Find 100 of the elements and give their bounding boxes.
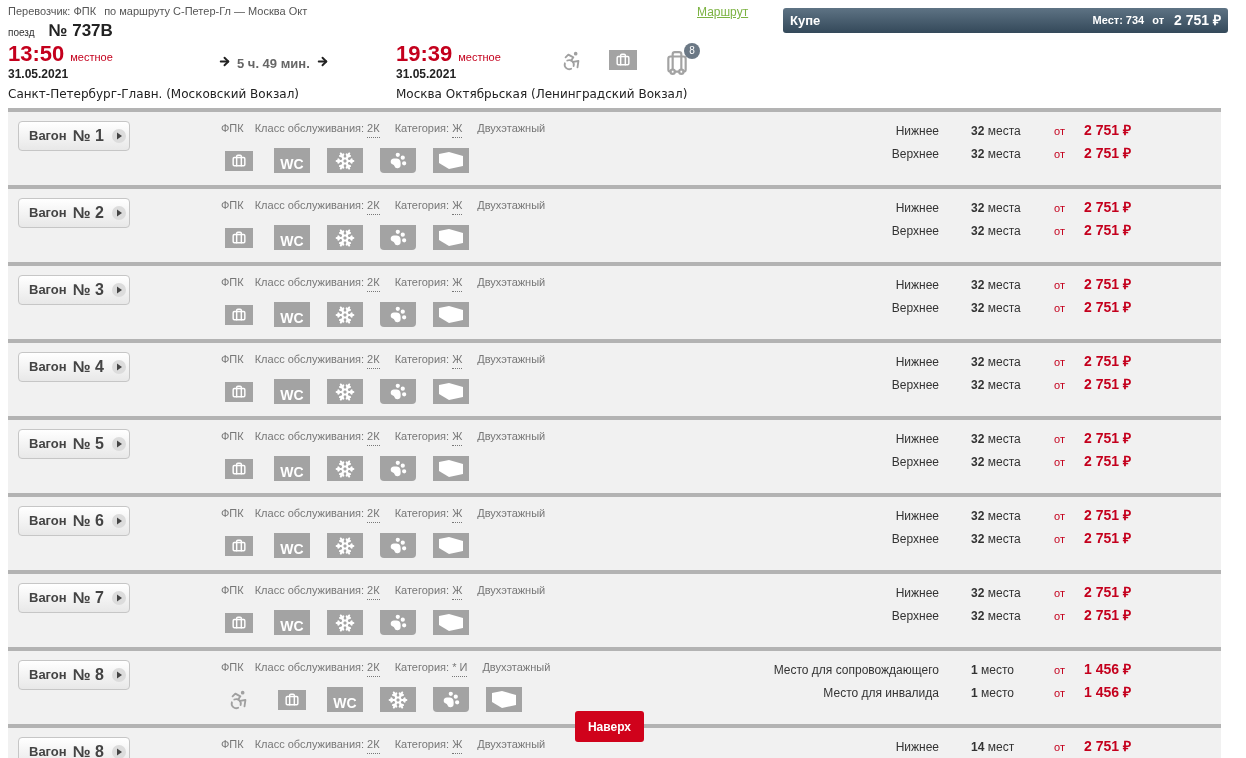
- category-value[interactable]: Ж: [452, 120, 463, 138]
- car-button[interactable]: Вагон № 1: [18, 121, 130, 151]
- duration: 5 ч. 49 мин.: [237, 55, 310, 73]
- caret-icon: [111, 514, 126, 528]
- price: 2 751 ₽: [1084, 275, 1131, 294]
- back-to-top-button[interactable]: Наверх: [575, 711, 644, 742]
- caret-icon: [111, 591, 126, 605]
- car-type: Двухэтажный: [477, 275, 546, 290]
- bag-icon: [609, 50, 637, 70]
- price: 2 751 ₽: [1084, 606, 1131, 625]
- car-button[interactable]: Вагон № 2: [18, 198, 130, 228]
- category-value[interactable]: Ж: [452, 582, 463, 600]
- wc-icon: WC: [274, 610, 310, 635]
- service-class[interactable]: 2К: [367, 659, 380, 677]
- car-button[interactable]: Вагон № 3: [18, 275, 130, 305]
- service-class[interactable]: 2К: [367, 505, 380, 523]
- seat-count: 32 места: [971, 431, 1022, 448]
- seat-count: 1 место: [971, 685, 1015, 702]
- category-label: Категория:: [394, 429, 450, 444]
- car-button[interactable]: Вагон № 4: [18, 352, 130, 382]
- category-value[interactable]: Ж: [452, 505, 463, 523]
- price: 2 751 ₽: [1084, 221, 1131, 240]
- bag-icon: [225, 458, 253, 479]
- caret-icon: [111, 283, 126, 297]
- category-value[interactable]: Ж: [452, 736, 463, 754]
- seat-count: 32 места: [971, 277, 1022, 294]
- service-label: Класс обслуживания:: [254, 583, 365, 598]
- category-value[interactable]: Ж: [452, 428, 463, 446]
- snowflake-icon: [327, 379, 363, 404]
- service-label: Класс обслуживания:: [254, 275, 365, 290]
- carrier-text: ФПК: [221, 198, 244, 213]
- seat-count: 32 места: [971, 608, 1022, 625]
- class-bar[interactable]: Купе Мест: 734 от 2 751 ₽: [783, 8, 1228, 33]
- service-label: Класс обслуживания:: [254, 121, 365, 136]
- bag-icon: [225, 612, 253, 633]
- carrier-text: Перевозчик: ФПК: [8, 4, 97, 19]
- category-label: Категория:: [394, 506, 450, 521]
- seat-type: Нижнее: [894, 585, 939, 602]
- price: 2 751 ₽: [1084, 452, 1131, 471]
- service-label: Класс обслуживания:: [254, 737, 365, 752]
- price: 2 751 ₽: [1084, 121, 1131, 140]
- service-label: Класс обслуживания:: [254, 352, 365, 367]
- car-button[interactable]: Вагон № 8: [18, 737, 130, 758]
- car-button[interactable]: Вагон № 6: [18, 506, 130, 536]
- car-type: Двухэтажный: [477, 583, 546, 598]
- from-label: от: [1054, 378, 1066, 393]
- bag-icon: [225, 150, 253, 171]
- car-button[interactable]: Вагон № 7: [18, 583, 130, 613]
- service-class[interactable]: 2К: [367, 736, 380, 754]
- seat-count: 32 места: [971, 508, 1022, 525]
- service-class[interactable]: 2К: [367, 120, 380, 138]
- service-label: Класс обслуживания:: [254, 506, 365, 521]
- car-button[interactable]: Вагон № 5: [18, 429, 130, 459]
- category-value[interactable]: Ж: [452, 197, 463, 215]
- seat-count: 32 места: [971, 223, 1022, 240]
- class-name: Купе: [790, 11, 822, 30]
- paw-icon: [380, 533, 416, 558]
- car-type: Двухэтажный: [477, 121, 546, 136]
- car-type: Двухэтажный: [477, 352, 546, 367]
- from-label: от: [1054, 432, 1066, 447]
- paw-icon: [380, 302, 416, 327]
- seat-type: Верхнее: [890, 223, 939, 240]
- category-value[interactable]: Ж: [452, 274, 463, 292]
- train-label: поезд: [8, 26, 35, 40]
- seat-type: Место для сопровождающего: [772, 662, 939, 679]
- seat-count: 32 места: [971, 300, 1022, 317]
- carrier-text: ФПК: [221, 506, 244, 521]
- from-label: от: [1152, 13, 1165, 29]
- paw-icon: [380, 148, 416, 173]
- from-label: от: [1054, 663, 1066, 678]
- date: 31.05.2021: [396, 67, 458, 81]
- from-label: от: [1054, 201, 1066, 216]
- caret-icon: [111, 745, 126, 758]
- service-class[interactable]: 2К: [367, 197, 380, 215]
- station-name: Санкт-Петербург-Главн. (Московский Вокзал): [8, 86, 299, 102]
- carrier-text: ФПК: [221, 429, 244, 444]
- time: 19:39: [396, 42, 453, 66]
- category-value[interactable]: * И: [452, 659, 468, 677]
- car-button[interactable]: Вагон № 8: [18, 660, 130, 690]
- seat-type: Верхнее: [890, 531, 939, 548]
- service-class[interactable]: 2К: [367, 428, 380, 446]
- seat-type: Нижнее: [894, 123, 939, 140]
- from-label: от: [1054, 278, 1066, 293]
- price: 2 751 ₽: [1084, 198, 1131, 217]
- price: 2 751 ₽: [1084, 529, 1131, 548]
- seat-count: 14 мест: [971, 739, 1016, 756]
- service-class[interactable]: 2К: [367, 274, 380, 292]
- category-value[interactable]: Ж: [452, 351, 463, 369]
- service-class[interactable]: 2К: [367, 582, 380, 600]
- seat-count: 32 места: [971, 354, 1022, 371]
- price: 2 751 ₽: [1174, 11, 1221, 30]
- service-label: Класс обслуживания:: [254, 660, 365, 675]
- from-label: от: [1054, 147, 1066, 162]
- route-link[interactable]: Маршрут: [697, 3, 749, 21]
- from-label: от: [1054, 455, 1066, 470]
- price: 2 751 ₽: [1084, 298, 1131, 317]
- wc-icon: WC: [274, 456, 310, 481]
- price: 2 751 ₽: [1084, 375, 1131, 394]
- caret-icon: [111, 360, 126, 374]
- service-class[interactable]: 2К: [367, 351, 380, 369]
